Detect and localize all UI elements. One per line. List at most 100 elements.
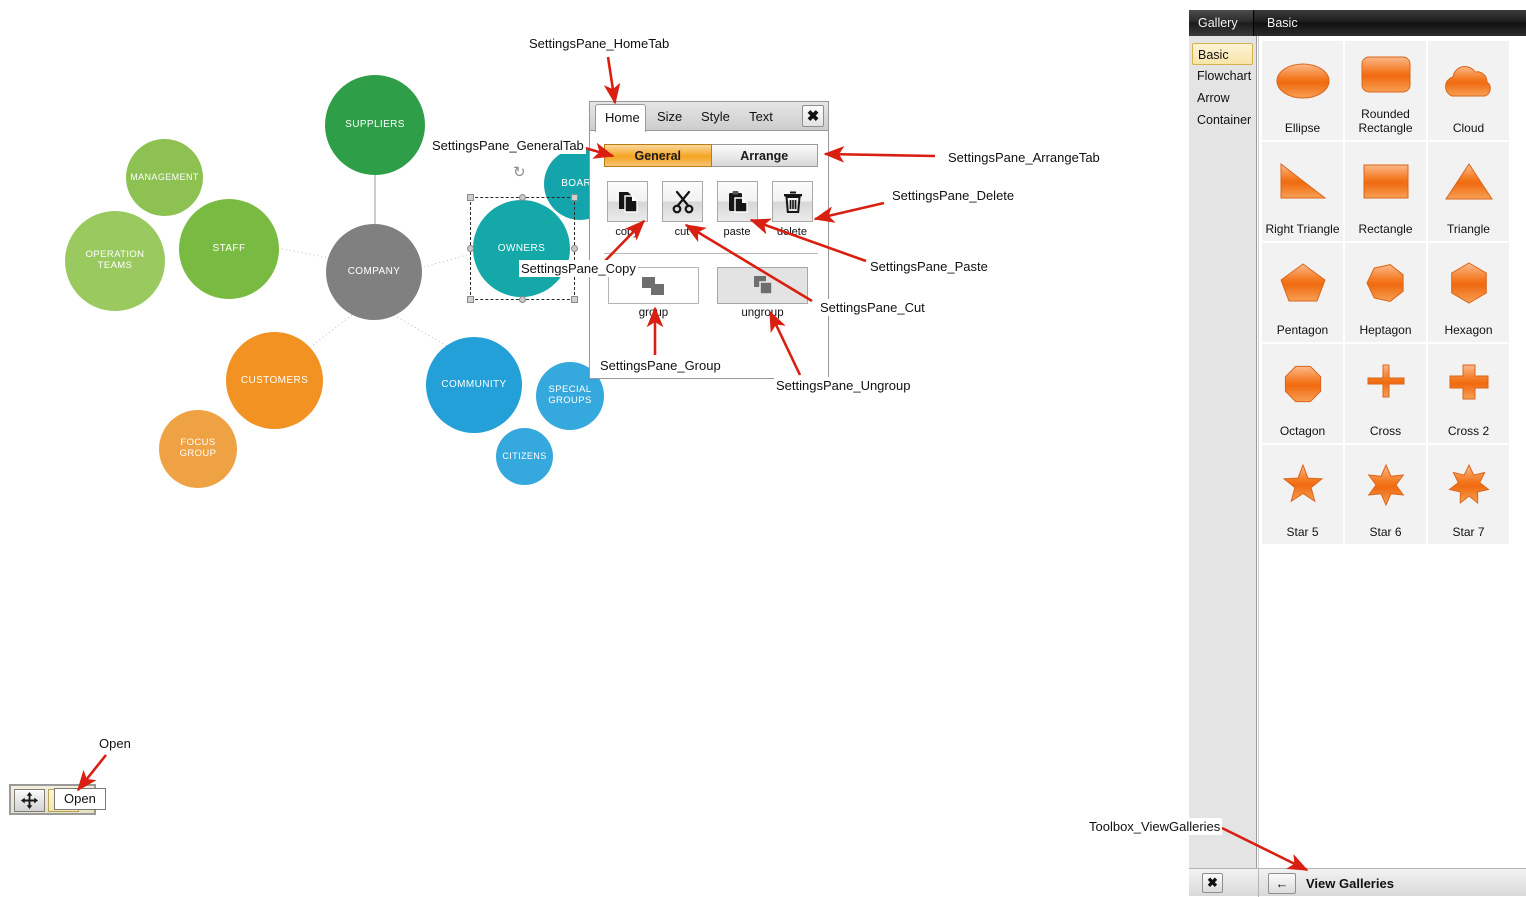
bubble-node[interactable]: STAFF [179,199,279,299]
rotate-icon[interactable]: ↻ [513,165,526,180]
resize-handle-w[interactable] [467,245,474,252]
gallery-category-container[interactable]: Container [1192,109,1253,131]
resize-handle-nw[interactable] [467,194,474,201]
shape-cell-cross[interactable]: Cross [1345,344,1426,443]
paste-icon [728,190,748,213]
shape-cell-star6[interactable]: Star 6 [1345,445,1426,544]
resize-handle-ne[interactable] [571,194,578,201]
move-icon [20,791,39,810]
gallery-category-basic[interactable]: Basic [1192,43,1253,65]
shape-cell-heptagon[interactable]: Heptagon [1345,243,1426,342]
copy-label: copy [615,226,639,238]
tab-home[interactable]: Home [595,104,646,132]
bubble-label: OPERATION TEAMS [85,249,145,271]
octagon-icon [1262,344,1343,425]
gallery-panel[interactable]: Gallery Basic Basic Flowchart Arrow Contain… [1189,10,1526,897]
bubble-node[interactable]: FOCUS GROUP [159,410,237,488]
shape-cell-hexagon[interactable]: Hexagon [1428,243,1509,342]
shape-label: Cross 2 [1447,423,1490,438]
back-arrow-icon[interactable]: ← [1268,873,1296,894]
shape-cell-right-triangle[interactable]: Right Triangle [1262,142,1343,241]
trash-icon [783,191,802,213]
group-icon [641,276,664,295]
resize-handle-s[interactable] [519,296,526,303]
open-tooltip: Open [54,788,106,810]
ungroup-button[interactable] [717,267,808,304]
scissors-icon [672,190,693,213]
shape-label: Ellipse [1284,120,1321,135]
bubble-label: SUPPLIERS [345,119,405,131]
ungroup-icon [753,275,773,295]
bubble-node[interactable]: SUPPLIERS [325,75,425,175]
resize-handle-n[interactable] [519,194,526,201]
cross-icon [1345,344,1426,425]
gallery-header-tab-basic[interactable]: Basic [1258,10,1526,36]
bubble-label: CITIZENS [502,451,547,462]
annotation-delete: SettingsPane_Delete [890,187,1017,204]
tab-style[interactable]: Style [692,105,736,131]
shape-cell-rect[interactable]: Rectangle [1345,142,1426,241]
bubble-node[interactable]: COMMUNITY [426,337,522,433]
move-button[interactable] [14,789,45,812]
triangle-icon [1428,142,1509,223]
tab-text[interactable]: Text [740,105,782,131]
shape-grid[interactable]: Ellipse Rounded Rectangle Cloud Right Trian… [1262,41,1509,544]
shape-cell-cross2[interactable]: Cross 2 [1428,344,1509,443]
divider [604,253,818,254]
gallery-category-flowchart[interactable]: Flowchart [1192,65,1253,87]
bubble-node[interactable]: OPERATION TEAMS [65,211,165,311]
star6-icon [1345,445,1426,526]
annotation-view-galleries: Toolbox_ViewGalleries [1087,818,1223,835]
shape-cell-rounded-rect[interactable]: Rounded Rectangle [1345,41,1426,140]
paste-button[interactable] [717,181,758,222]
gallery-header-tab-gallery[interactable]: Gallery [1189,10,1254,36]
shape-label: Heptagon [1359,322,1412,337]
annotation-ungroup: SettingsPane_Ungroup [774,377,913,394]
shape-cell-pentagon[interactable]: Pentagon [1262,243,1343,342]
cloud-icon [1428,41,1509,122]
bubble-label: STAFF [212,243,246,255]
shape-label: Octagon [1279,423,1326,438]
close-icon[interactable]: ✖ [1202,873,1223,893]
annotation-open: Open [97,735,133,752]
delete-button[interactable] [772,181,813,222]
bubble-node[interactable]: COMPANY [326,224,422,320]
shape-cell-ellipse[interactable]: Ellipse [1262,41,1343,140]
delete-label: delete [777,226,807,238]
gallery-category-arrow[interactable]: Arrow [1192,87,1253,109]
paste-label: paste [723,226,751,238]
shape-cell-cloud[interactable]: Cloud [1428,41,1509,140]
segment-arrange[interactable]: Arrange [711,144,818,167]
rounded-rect-icon [1345,41,1426,108]
shape-cell-star5[interactable]: Star 5 [1262,445,1343,544]
tab-size[interactable]: Size [648,105,690,131]
bubble-node[interactable]: MANAGEMENT [126,139,203,216]
group-label: group [638,307,669,319]
gallery-category-list[interactable]: Basic Flowchart Arrow Container [1189,36,1257,868]
gallery-footer: ✖ ← View Galleries [1189,868,1526,897]
view-galleries-label[interactable]: View Galleries [1306,873,1394,894]
shape-cell-star7[interactable]: Star 7 [1428,445,1509,544]
gallery-content[interactable]: Ellipse Rounded Rectangle Cloud Right Trian… [1258,36,1526,868]
shape-cell-triangle[interactable]: Triangle [1428,142,1509,241]
bubble-label: FOCUS GROUP [179,437,217,459]
copy-button[interactable] [607,181,648,222]
close-icon[interactable]: ✖ [802,105,824,127]
bubble-node[interactable]: CUSTOMERS [226,332,323,429]
segment-general[interactable]: General [604,144,712,167]
shape-label: Star 5 [1286,524,1319,539]
bubble-label: COMPANY [347,266,401,278]
settings-pane[interactable]: Home Size Style Text ✖ General Arrange c… [589,101,829,379]
resize-handle-se[interactable] [571,296,578,303]
shape-cell-octagon[interactable]: Octagon [1262,344,1343,443]
resize-handle-sw[interactable] [467,296,474,303]
shape-label: Hexagon [1444,322,1493,337]
shape-label: Right Triangle [1265,221,1340,236]
bubble-node[interactable]: CITIZENS [496,428,553,485]
resize-handle-e[interactable] [571,245,578,252]
cut-button[interactable] [662,181,703,222]
divider [1258,869,1259,897]
shape-label: Pentagon [1276,322,1329,337]
shape-label: Triangle [1447,221,1490,236]
selection-box[interactable] [467,194,578,303]
